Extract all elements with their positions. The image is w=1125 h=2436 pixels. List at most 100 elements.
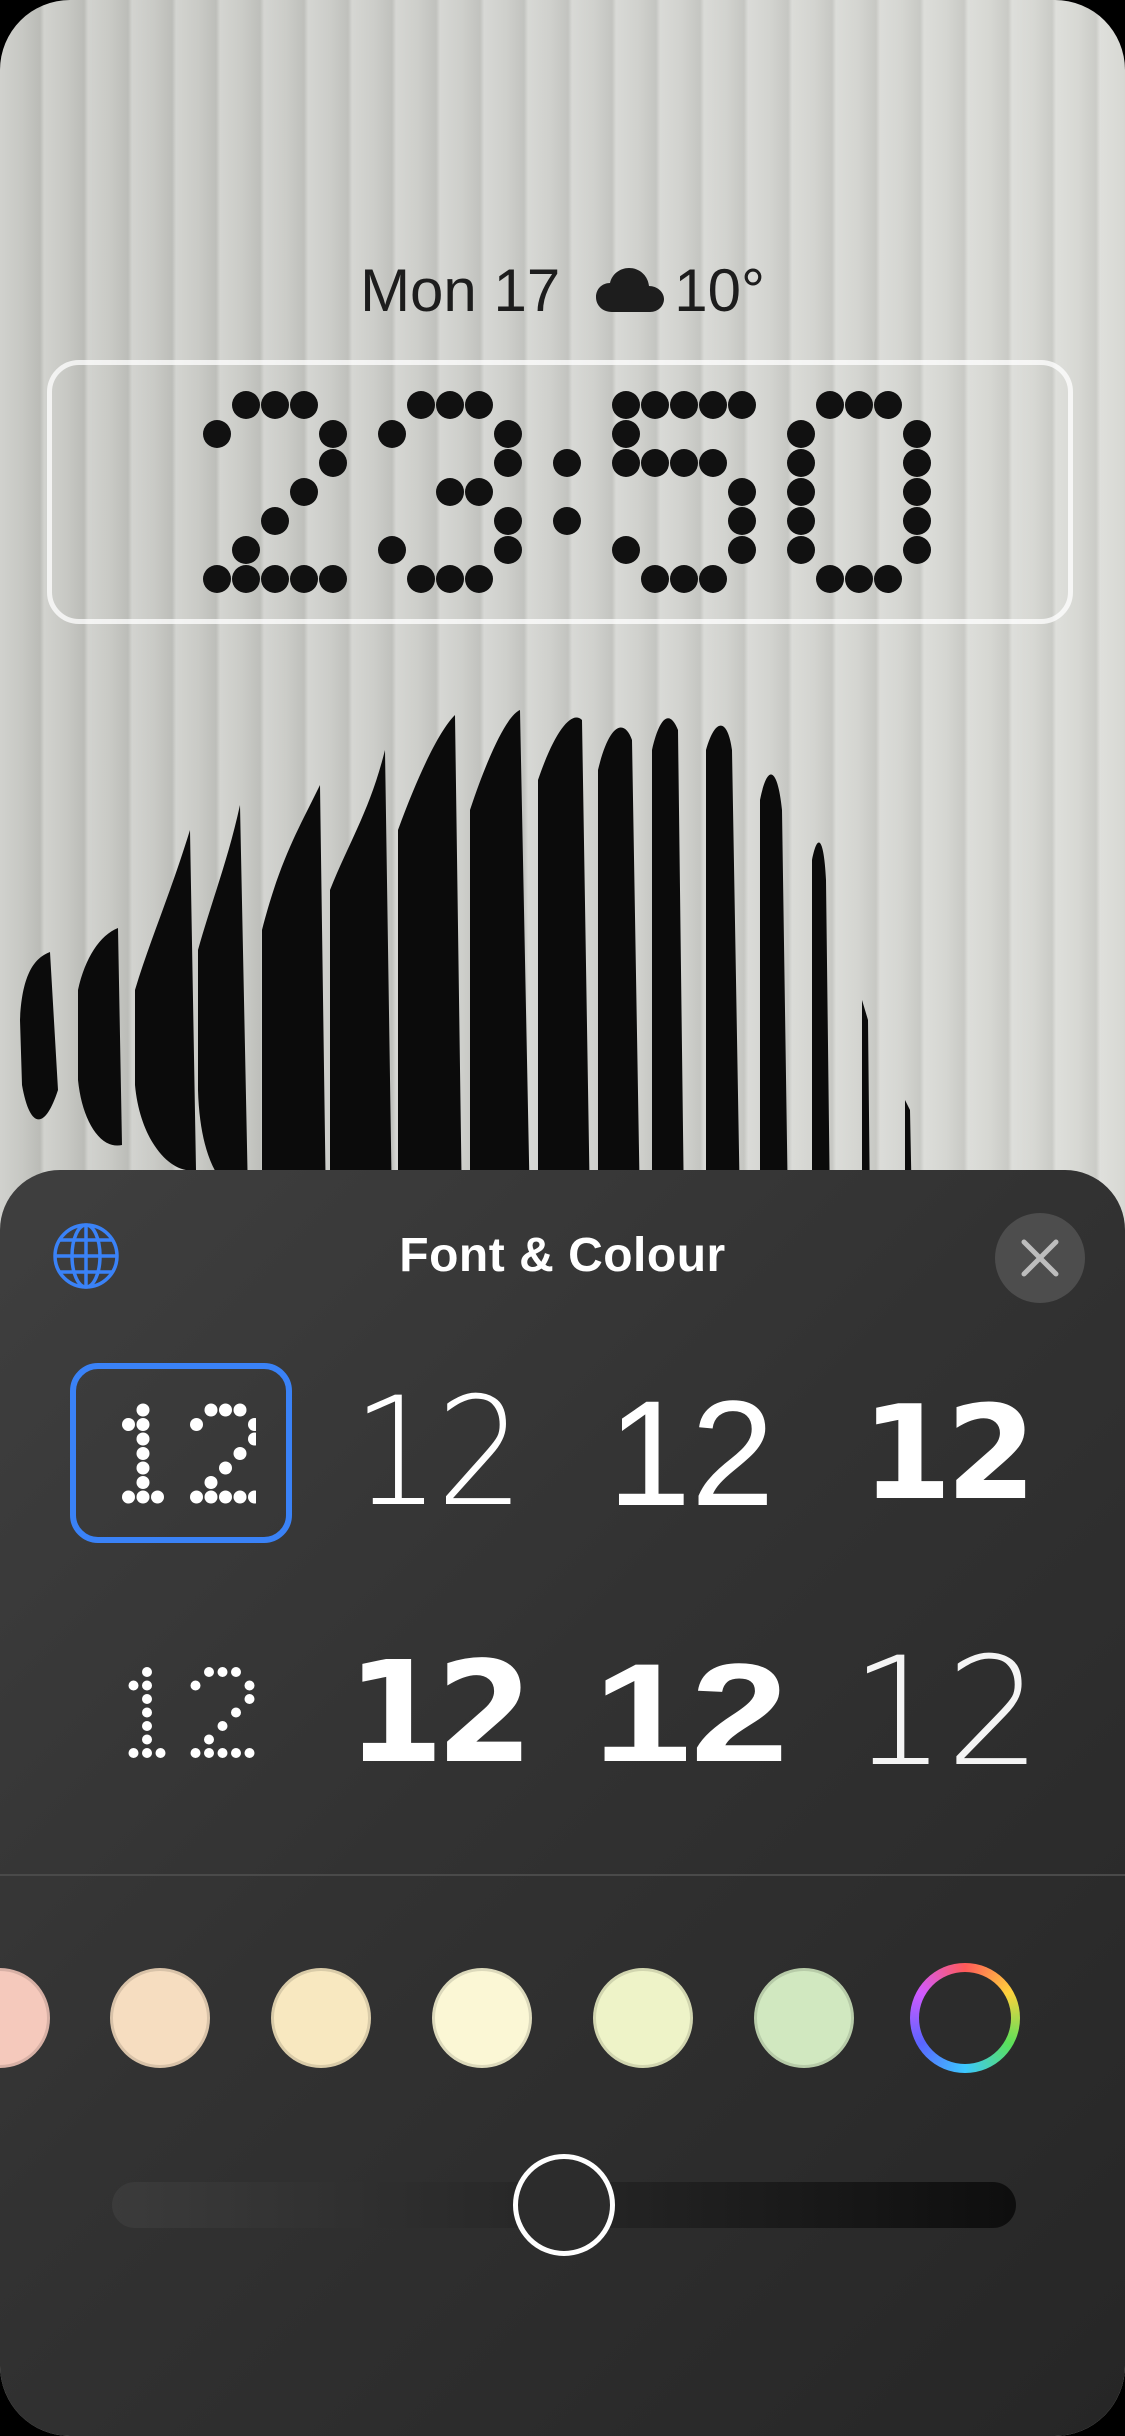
font-option-ultra-thin[interactable]: 12 bbox=[835, 1623, 1057, 1803]
dot bbox=[465, 565, 493, 593]
dot bbox=[699, 391, 727, 419]
dot bbox=[128, 1680, 139, 1691]
dot bbox=[699, 449, 727, 477]
dot bbox=[190, 1418, 203, 1431]
dot bbox=[903, 507, 931, 535]
dot bbox=[787, 478, 815, 506]
font-colour-sheet: Font & Colour 12 12 12 12 12 12 bbox=[0, 1170, 1125, 2436]
dot bbox=[204, 1490, 218, 1504]
dot bbox=[641, 449, 669, 477]
dot bbox=[670, 391, 698, 419]
font-preview-heavy-rounded: 12 bbox=[861, 1377, 1037, 1529]
slider-thumb[interactable] bbox=[513, 2154, 615, 2256]
dot bbox=[407, 565, 435, 593]
font-option-thin-rounded[interactable]: 12 bbox=[325, 1363, 547, 1543]
dot bbox=[787, 536, 815, 564]
dot bbox=[136, 1418, 150, 1431]
sheet-title: Font & Colour bbox=[399, 1229, 726, 1282]
dot bbox=[203, 565, 231, 593]
colour-swatch-4[interactable] bbox=[432, 1968, 532, 2068]
dot bbox=[728, 536, 756, 564]
dot bbox=[122, 1490, 135, 1504]
dot bbox=[436, 565, 464, 593]
font-preview-regular: 12 bbox=[607, 1368, 775, 1537]
dot bbox=[787, 420, 815, 448]
dot bbox=[136, 1461, 150, 1475]
dot bbox=[233, 1403, 247, 1417]
dot bbox=[378, 536, 406, 564]
colour-swatch-5[interactable] bbox=[593, 1968, 693, 2068]
dot bbox=[232, 536, 260, 564]
dot bbox=[816, 391, 844, 419]
dot bbox=[903, 478, 931, 506]
dot bbox=[217, 1721, 228, 1731]
dot bbox=[142, 1707, 152, 1718]
dot bbox=[142, 1680, 152, 1691]
colour-wheel-icon[interactable] bbox=[910, 1963, 1020, 2073]
font-option-dot-grid[interactable] bbox=[70, 1623, 292, 1803]
dot bbox=[204, 1403, 218, 1417]
colour-swatch-3[interactable] bbox=[271, 1968, 371, 2068]
dot bbox=[155, 1748, 166, 1758]
close-icon bbox=[1021, 1239, 1059, 1277]
dot bbox=[319, 420, 347, 448]
dot bbox=[128, 1748, 139, 1758]
dot bbox=[142, 1721, 152, 1731]
dot bbox=[436, 391, 464, 419]
dot bbox=[136, 1403, 150, 1417]
dot bbox=[261, 565, 289, 593]
dot bbox=[378, 420, 406, 448]
dot bbox=[787, 449, 815, 477]
dot bbox=[142, 1734, 152, 1745]
clock-widget[interactable] bbox=[47, 360, 1073, 624]
dot bbox=[728, 391, 756, 419]
dot bbox=[244, 1694, 255, 1704]
dot bbox=[233, 1447, 247, 1460]
dot bbox=[190, 1490, 203, 1504]
dot bbox=[136, 1432, 150, 1446]
colour-swatch-6[interactable] bbox=[754, 1968, 854, 2068]
cloud-icon bbox=[596, 268, 665, 312]
dot bbox=[151, 1490, 164, 1504]
dot bbox=[553, 449, 581, 477]
dot bbox=[190, 1748, 201, 1758]
wallpaper-silhouette bbox=[20, 710, 912, 1210]
font-option-extra-wide[interactable]: 12 bbox=[580, 1623, 802, 1803]
dot bbox=[641, 391, 669, 419]
dot bbox=[231, 1707, 241, 1718]
dot bbox=[248, 1432, 256, 1446]
dot bbox=[204, 1734, 214, 1745]
dot bbox=[436, 478, 464, 506]
dot bbox=[142, 1748, 152, 1758]
dot bbox=[204, 1748, 214, 1758]
dot bbox=[319, 565, 347, 593]
dot bbox=[248, 1418, 256, 1431]
font-option-regular[interactable]: 12 bbox=[580, 1363, 802, 1543]
colour-swatch-2[interactable] bbox=[110, 1968, 210, 2068]
dot bbox=[494, 507, 522, 535]
dot bbox=[612, 391, 640, 419]
dot bbox=[845, 391, 873, 419]
font-option-dot-matrix[interactable] bbox=[70, 1363, 292, 1543]
dot bbox=[670, 565, 698, 593]
weather: 10° bbox=[596, 256, 765, 325]
dot bbox=[231, 1748, 241, 1758]
dot bbox=[248, 1490, 256, 1504]
font-option-heavy-rounded[interactable]: 12 bbox=[835, 1363, 1057, 1543]
dot bbox=[261, 391, 289, 419]
font-option-heavy-stencil[interactable]: 12 bbox=[325, 1623, 547, 1803]
dot bbox=[142, 1694, 152, 1704]
dot bbox=[136, 1447, 150, 1460]
dot bbox=[787, 507, 815, 535]
colour-swatch-1[interactable] bbox=[0, 1968, 50, 2068]
dot bbox=[670, 449, 698, 477]
dot bbox=[903, 420, 931, 448]
close-button[interactable] bbox=[995, 1213, 1085, 1303]
dot bbox=[219, 1490, 232, 1504]
font-preview-dot-grid bbox=[128, 1667, 255, 1758]
dot bbox=[494, 449, 522, 477]
dot bbox=[612, 536, 640, 564]
dot bbox=[217, 1748, 228, 1758]
dot bbox=[553, 507, 581, 535]
dot bbox=[494, 536, 522, 564]
